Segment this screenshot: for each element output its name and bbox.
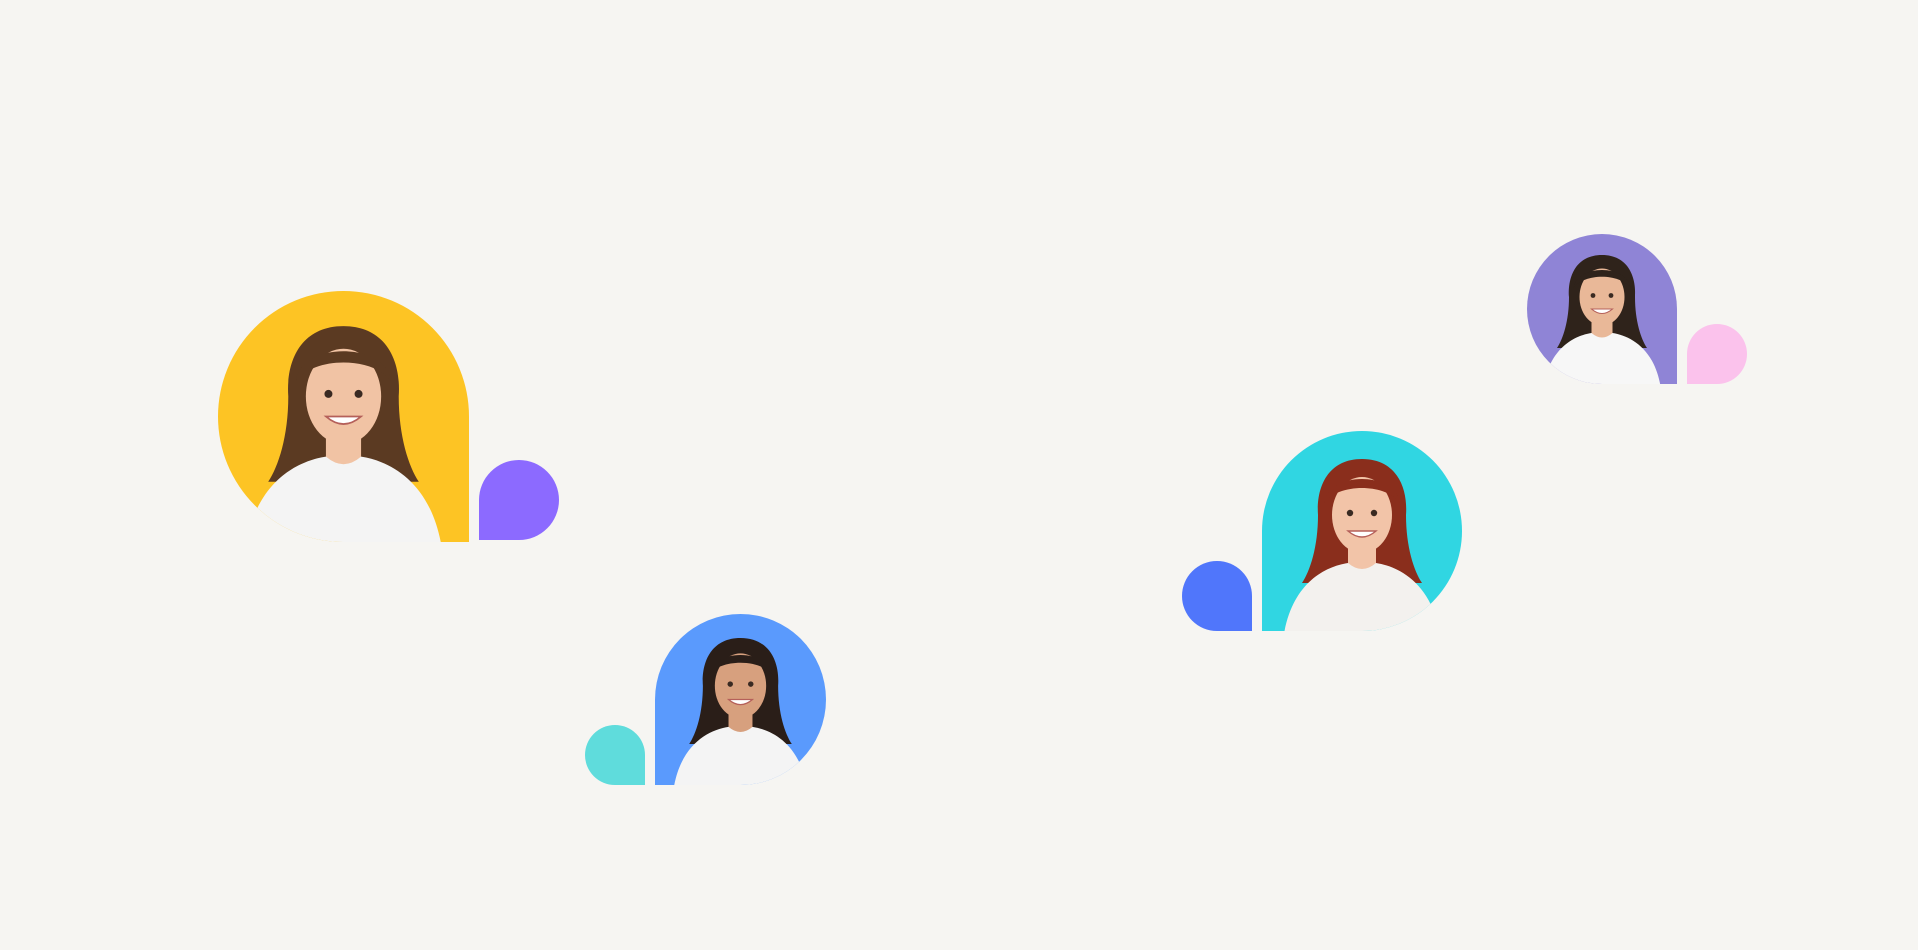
avatar — [1527, 234, 1677, 384]
person-portrait-icon — [218, 291, 469, 542]
avatar — [218, 291, 469, 542]
accent-dot — [1182, 561, 1252, 631]
avatar — [655, 614, 826, 785]
accent-dot — [479, 460, 559, 540]
accent-dot — [585, 725, 645, 785]
person-portrait-icon — [1527, 234, 1677, 384]
person-portrait-icon — [1262, 431, 1462, 631]
avatar — [1262, 431, 1462, 631]
person-portrait-icon — [655, 614, 826, 785]
accent-dot — [1687, 324, 1747, 384]
